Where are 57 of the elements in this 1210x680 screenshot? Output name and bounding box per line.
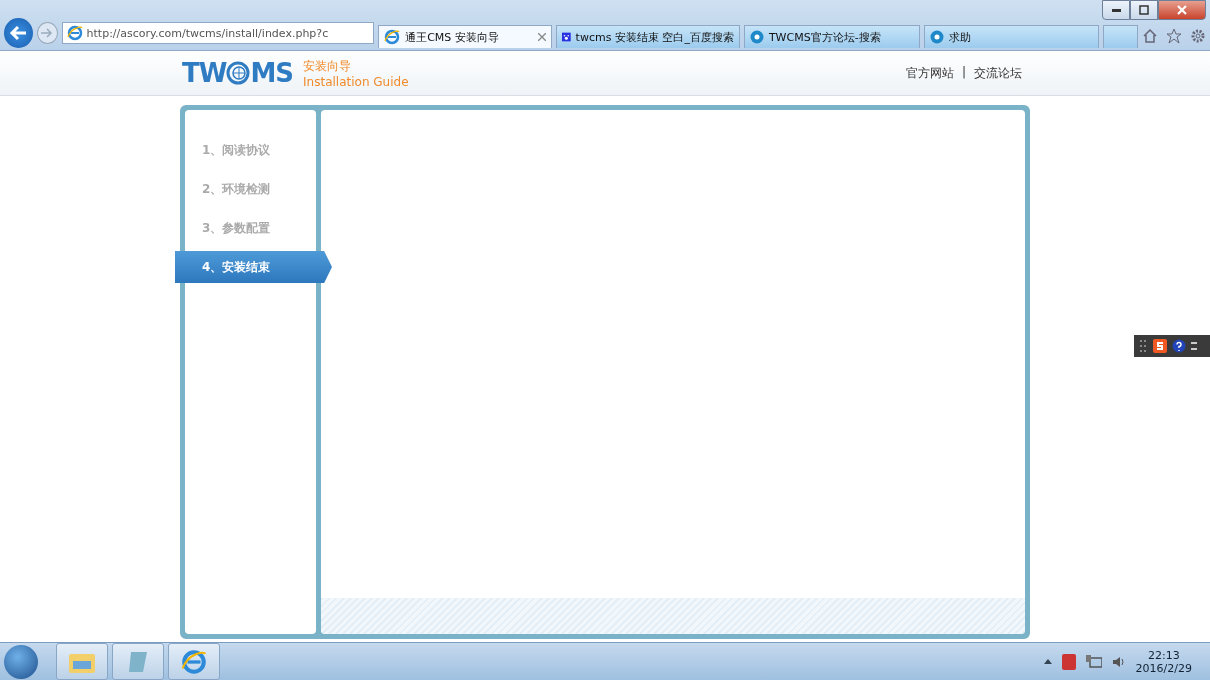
step-item: 2、环境检测 bbox=[201, 180, 272, 198]
close-icon bbox=[1177, 5, 1187, 15]
header-link[interactable]: 交流论坛 bbox=[974, 64, 1022, 82]
tab-title: 求助 bbox=[948, 29, 971, 45]
header-link[interactable]: 官方网站 bbox=[905, 64, 954, 82]
url-text: http://ascory.com/twcms/install/index.php?c bbox=[86, 26, 329, 40]
volume-icon[interactable] bbox=[1111, 654, 1126, 669]
tab-title: twcms 安装结束 空白_百度搜索 bbox=[575, 29, 734, 45]
clock-date: 2016/2/29 bbox=[1135, 661, 1192, 675]
ie-icon bbox=[66, 25, 83, 41]
arrow-left-icon bbox=[9, 25, 28, 41]
step-item: 3、参数配置 bbox=[201, 219, 272, 237]
settings-icon[interactable] bbox=[1190, 28, 1206, 44]
minimize-button[interactable] bbox=[1102, 0, 1130, 20]
browser-tab[interactable]: 求助 bbox=[923, 25, 1100, 48]
ie-icon bbox=[384, 29, 401, 45]
close-button[interactable] bbox=[1158, 0, 1206, 20]
tab-title: TWCMS官方论坛-搜索 bbox=[768, 29, 881, 45]
browser-tab[interactable]: twcms 安装结束 空白_百度搜索 bbox=[555, 25, 740, 48]
start-button[interactable] bbox=[4, 644, 38, 679]
menu-icon[interactable] bbox=[1191, 340, 1197, 352]
network-icon[interactable] bbox=[1085, 654, 1102, 669]
address-bar[interactable]: http://ascory.com/twcms/install/index.php?c bbox=[61, 22, 375, 44]
header-subtitle: Installation Guide bbox=[303, 74, 409, 89]
home-icon[interactable] bbox=[1142, 28, 1158, 44]
close-icon[interactable] bbox=[537, 33, 546, 41]
logo-text: TW bbox=[182, 58, 227, 88]
paw-icon bbox=[561, 30, 571, 44]
browser-tab[interactable]: TWCMS官方论坛-搜索 bbox=[743, 25, 920, 48]
logo-text: MS bbox=[250, 58, 294, 88]
link-separator: | bbox=[961, 64, 966, 81]
aperture-icon bbox=[929, 30, 944, 44]
tab-title: 通王CMS 安装向导 bbox=[405, 29, 499, 45]
step-item: 4、安装结束 bbox=[175, 251, 332, 283]
caret-icon[interactable] bbox=[1043, 659, 1052, 664]
grip-icon bbox=[1140, 340, 1148, 352]
back-button[interactable] bbox=[4, 18, 33, 48]
security-icon[interactable] bbox=[1061, 653, 1076, 670]
ime-logo-icon[interactable] bbox=[1153, 339, 1167, 353]
browser-tab[interactable]: 通王CMS 安装向导 bbox=[378, 25, 552, 48]
header-title: 安装向导 bbox=[303, 57, 353, 75]
step-item: 1、阅读协议 bbox=[201, 141, 272, 159]
star-icon[interactable] bbox=[1166, 28, 1182, 44]
notepad-icon bbox=[127, 649, 149, 674]
ie-icon bbox=[181, 648, 207, 675]
restore-icon bbox=[1139, 5, 1149, 15]
help-icon[interactable] bbox=[1172, 339, 1186, 353]
clock-time: 22:13 bbox=[1147, 648, 1180, 662]
clock[interactable]: 22:13 2016/2/29 bbox=[1135, 648, 1192, 675]
taskbar-button[interactable] bbox=[168, 643, 220, 680]
restore-button[interactable] bbox=[1130, 0, 1158, 20]
arrow-right-icon bbox=[41, 28, 54, 38]
aperture-icon bbox=[749, 30, 764, 44]
minimize-icon bbox=[1111, 8, 1121, 12]
taskbar-button[interactable] bbox=[112, 643, 164, 680]
globe-icon bbox=[226, 61, 251, 85]
taskbar-button[interactable] bbox=[56, 643, 108, 680]
